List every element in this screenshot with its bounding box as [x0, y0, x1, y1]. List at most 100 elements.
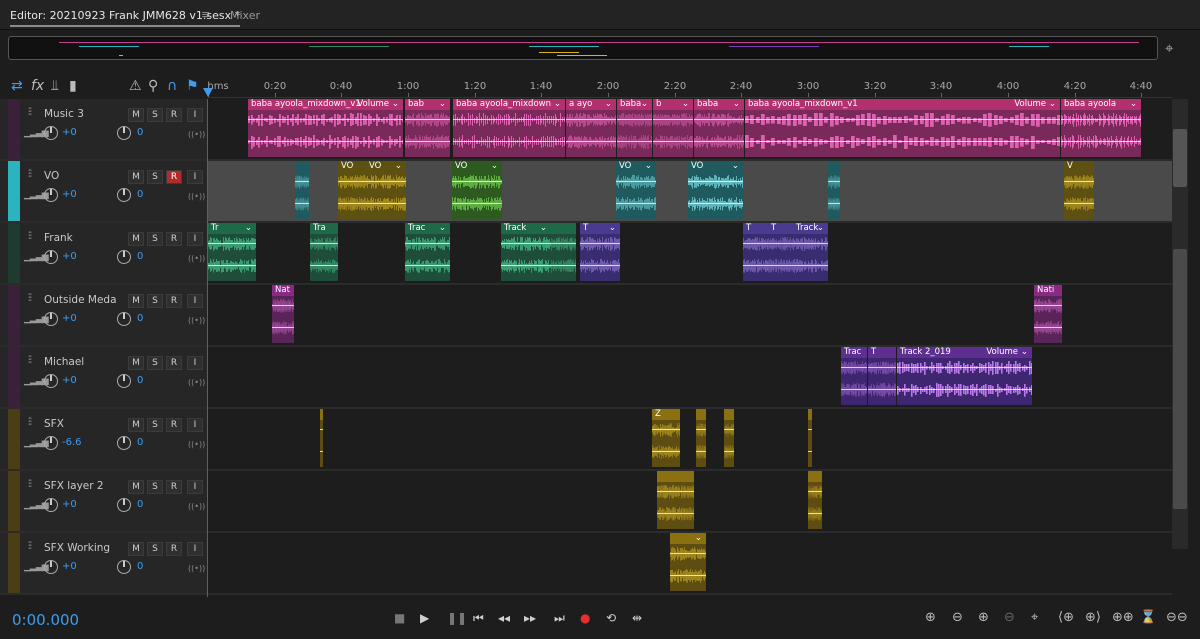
zoom-to-selection-icon[interactable]: ⌖ [1165, 39, 1173, 57]
eq-icon[interactable]: ▮ [69, 78, 77, 94]
volume-envelope-line[interactable] [617, 119, 652, 120]
skip-selection-icon[interactable]: ⇹ [632, 611, 642, 625]
audio-clip[interactable] [696, 409, 706, 467]
go-to-start-icon[interactable]: ⏮ [473, 611, 484, 626]
volume-envelope-line[interactable] [657, 491, 682, 492]
clip-menu-chevron-icon[interactable]: ⌄ [1021, 347, 1028, 358]
pan-knob[interactable] [117, 312, 131, 326]
volume-value[interactable]: +0 [62, 561, 77, 572]
track-name[interactable]: SFX [44, 418, 64, 430]
volume-envelope-line[interactable] [652, 429, 680, 430]
effects-icon[interactable]: fx [31, 78, 44, 94]
pan-envelope-line[interactable] [248, 141, 403, 142]
audio-clip[interactable]: Track ⌄ [793, 223, 828, 281]
clip-header[interactable]: baba ⌄ [694, 99, 744, 110]
clip-header[interactable]: Tr ⌄ [208, 223, 256, 234]
volume-knob[interactable] [44, 498, 58, 512]
volume-envelope-line[interactable] [338, 181, 368, 182]
track-header[interactable]: ⫶⫶ SFX M S R I ▁▂▃▅ -6.6 0 ((•)) [0, 409, 208, 469]
clip-header[interactable] [551, 223, 576, 234]
track-lane[interactable]: ⌄ [208, 533, 1172, 593]
solo-button[interactable]: S [147, 232, 163, 246]
volume-envelope-line[interactable] [745, 119, 1060, 120]
monitor-input-button[interactable]: I [187, 232, 203, 246]
audio-clip[interactable]: baba ayoola_mixdown ⌄ [453, 99, 565, 157]
record-arm-button[interactable]: R [166, 356, 182, 370]
track-name[interactable]: Outside Meda [44, 294, 117, 306]
zoom-selection-icon[interactable]: ⊕⊕ [1112, 610, 1134, 625]
volume-envelope-line[interactable] [694, 119, 744, 120]
volume-envelope-line[interactable] [868, 367, 896, 368]
rewind-icon[interactable]: ◂◂ [498, 611, 510, 625]
pan-envelope-line[interactable] [405, 265, 450, 266]
volume-value[interactable]: +0 [62, 375, 77, 386]
snap-icon[interactable]: ⚠ [129, 78, 142, 94]
pan-envelope-line[interactable] [768, 265, 793, 266]
clip-menu-chevron-icon[interactable]: ⌄ [245, 223, 252, 234]
pan-knob[interactable] [117, 250, 131, 264]
clip-header[interactable]: T⌄ [580, 223, 620, 234]
clip-header[interactable] [682, 471, 694, 482]
clip-menu-chevron-icon[interactable]: ⌄ [695, 533, 702, 544]
pause-icon[interactable]: ❚❚ [447, 611, 467, 625]
solo-button[interactable]: S [147, 480, 163, 494]
track-name[interactable]: SFX Working [44, 542, 110, 554]
mute-button[interactable]: M [128, 232, 144, 246]
timeline-ruler[interactable]: hms 0:20 0:40 1:00 1:20 1:40 2:00 2:20 2:40 3:00 3… [207, 76, 1172, 98]
stop-icon[interactable]: ■ [394, 611, 405, 625]
monitor-input-button[interactable]: I [187, 294, 203, 308]
record-arm-button[interactable]: R [166, 232, 182, 246]
volume-envelope-line[interactable] [208, 243, 256, 244]
pan-envelope-line[interactable] [694, 141, 744, 142]
pan-envelope-line[interactable] [310, 265, 338, 266]
panel-menu-icon[interactable]: ≡ [201, 8, 210, 21]
audio-clip[interactable] [295, 161, 309, 219]
clip-header[interactable] [724, 409, 734, 420]
volume-envelope-line[interactable] [696, 429, 706, 430]
volume-envelope-line[interactable] [452, 181, 502, 182]
pan-envelope-line[interactable] [272, 327, 294, 328]
pan-value[interactable]: 0 [137, 313, 143, 324]
clip-header[interactable] [808, 409, 812, 420]
volume-envelope-line[interactable] [808, 429, 812, 430]
track-header[interactable]: ⫶⫶ SFX layer 2 M S R I ▁▂▃▅ +0 0 ((•)) [0, 471, 208, 531]
mute-button[interactable]: M [128, 294, 144, 308]
time-display[interactable]: 0:00.000 [12, 611, 79, 629]
volume-value[interactable]: +0 [62, 251, 77, 262]
pan-envelope-line[interactable] [320, 451, 323, 452]
volume-envelope-line[interactable] [551, 243, 576, 244]
audio-clip[interactable]: b ⌄ [653, 99, 693, 157]
clip-header[interactable]: VO ⌄ [366, 161, 406, 172]
monitor-input-button[interactable]: I [187, 542, 203, 556]
volume-knob[interactable] [44, 436, 58, 450]
audio-clip[interactable]: a ayo ⌄ [566, 99, 616, 157]
pan-envelope-line[interactable] [366, 203, 406, 204]
clip-menu-chevron-icon[interactable]: ⌄ [1130, 99, 1137, 110]
solo-button[interactable]: S [147, 542, 163, 556]
clip-tool-icon[interactable]: ⚲ [148, 78, 158, 94]
volume-envelope-line[interactable] [653, 119, 693, 120]
solo-button[interactable]: S [147, 170, 163, 184]
audio-clip[interactable]: baba ayoola_mixdown_v1 Volume ⌄ [745, 99, 1060, 157]
pan-envelope-line[interactable] [670, 575, 706, 576]
pan-envelope-line[interactable] [793, 265, 828, 266]
clip-header[interactable]: T [868, 347, 896, 358]
audio-clip[interactable]: baba ayoola_mixdown_v1 Volume ⌄ [248, 99, 403, 157]
monitor-input-button[interactable]: I [187, 356, 203, 370]
clip-header[interactable]: T [768, 223, 793, 234]
audio-clip[interactable]: VO [338, 161, 368, 219]
audio-clip[interactable]: baba ayoola ⌄ [1061, 99, 1141, 157]
audio-clip[interactable] [320, 409, 323, 467]
pan-envelope-line[interactable] [616, 203, 656, 204]
clip-menu-chevron-icon[interactable]: ⌄ [609, 223, 616, 234]
playhead-line[interactable] [207, 99, 208, 597]
clip-header[interactable]: baba ⌄ [617, 99, 652, 110]
audio-clip[interactable]: VO ⌄ [616, 161, 656, 219]
audio-clip[interactable]: Nati [1034, 285, 1062, 343]
audio-clip[interactable]: Track 2_019 Volume ⌄ [897, 347, 1032, 405]
volume-envelope-line[interactable] [405, 119, 450, 120]
track-name[interactable]: SFX layer 2 [44, 480, 104, 492]
solo-button[interactable]: S [147, 418, 163, 432]
clip-menu-chevron-icon[interactable]: ⌄ [817, 223, 824, 234]
volume-value[interactable]: -6.6 [62, 437, 82, 448]
